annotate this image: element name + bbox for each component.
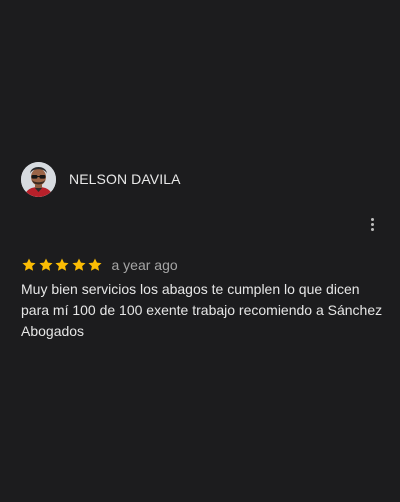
star-icon: [88, 258, 102, 271]
more-options-button[interactable]: [362, 214, 382, 234]
rating-row: a year ago: [21, 256, 178, 274]
avatar-photo-icon: [21, 162, 56, 197]
star-icon: [55, 258, 69, 271]
reviewer-avatar[interactable]: [21, 162, 56, 197]
more-vert-icon-dot: [370, 227, 374, 231]
review-card: NELSON DAVILA a year ago Muy bien servic…: [0, 0, 400, 502]
more-vert-icon-dot: [370, 222, 374, 226]
more-vert-icon: [370, 217, 374, 221]
review-text: Muy bien servicios los abagos te cumplen…: [21, 281, 383, 339]
star-rating: [21, 257, 104, 273]
star-icon: [71, 258, 86, 271]
star-icon: [22, 258, 36, 271]
review-date: a year ago: [111, 257, 178, 273]
reviewer-name[interactable]: NELSON DAVILA: [69, 171, 181, 187]
star-icon: [38, 258, 53, 271]
